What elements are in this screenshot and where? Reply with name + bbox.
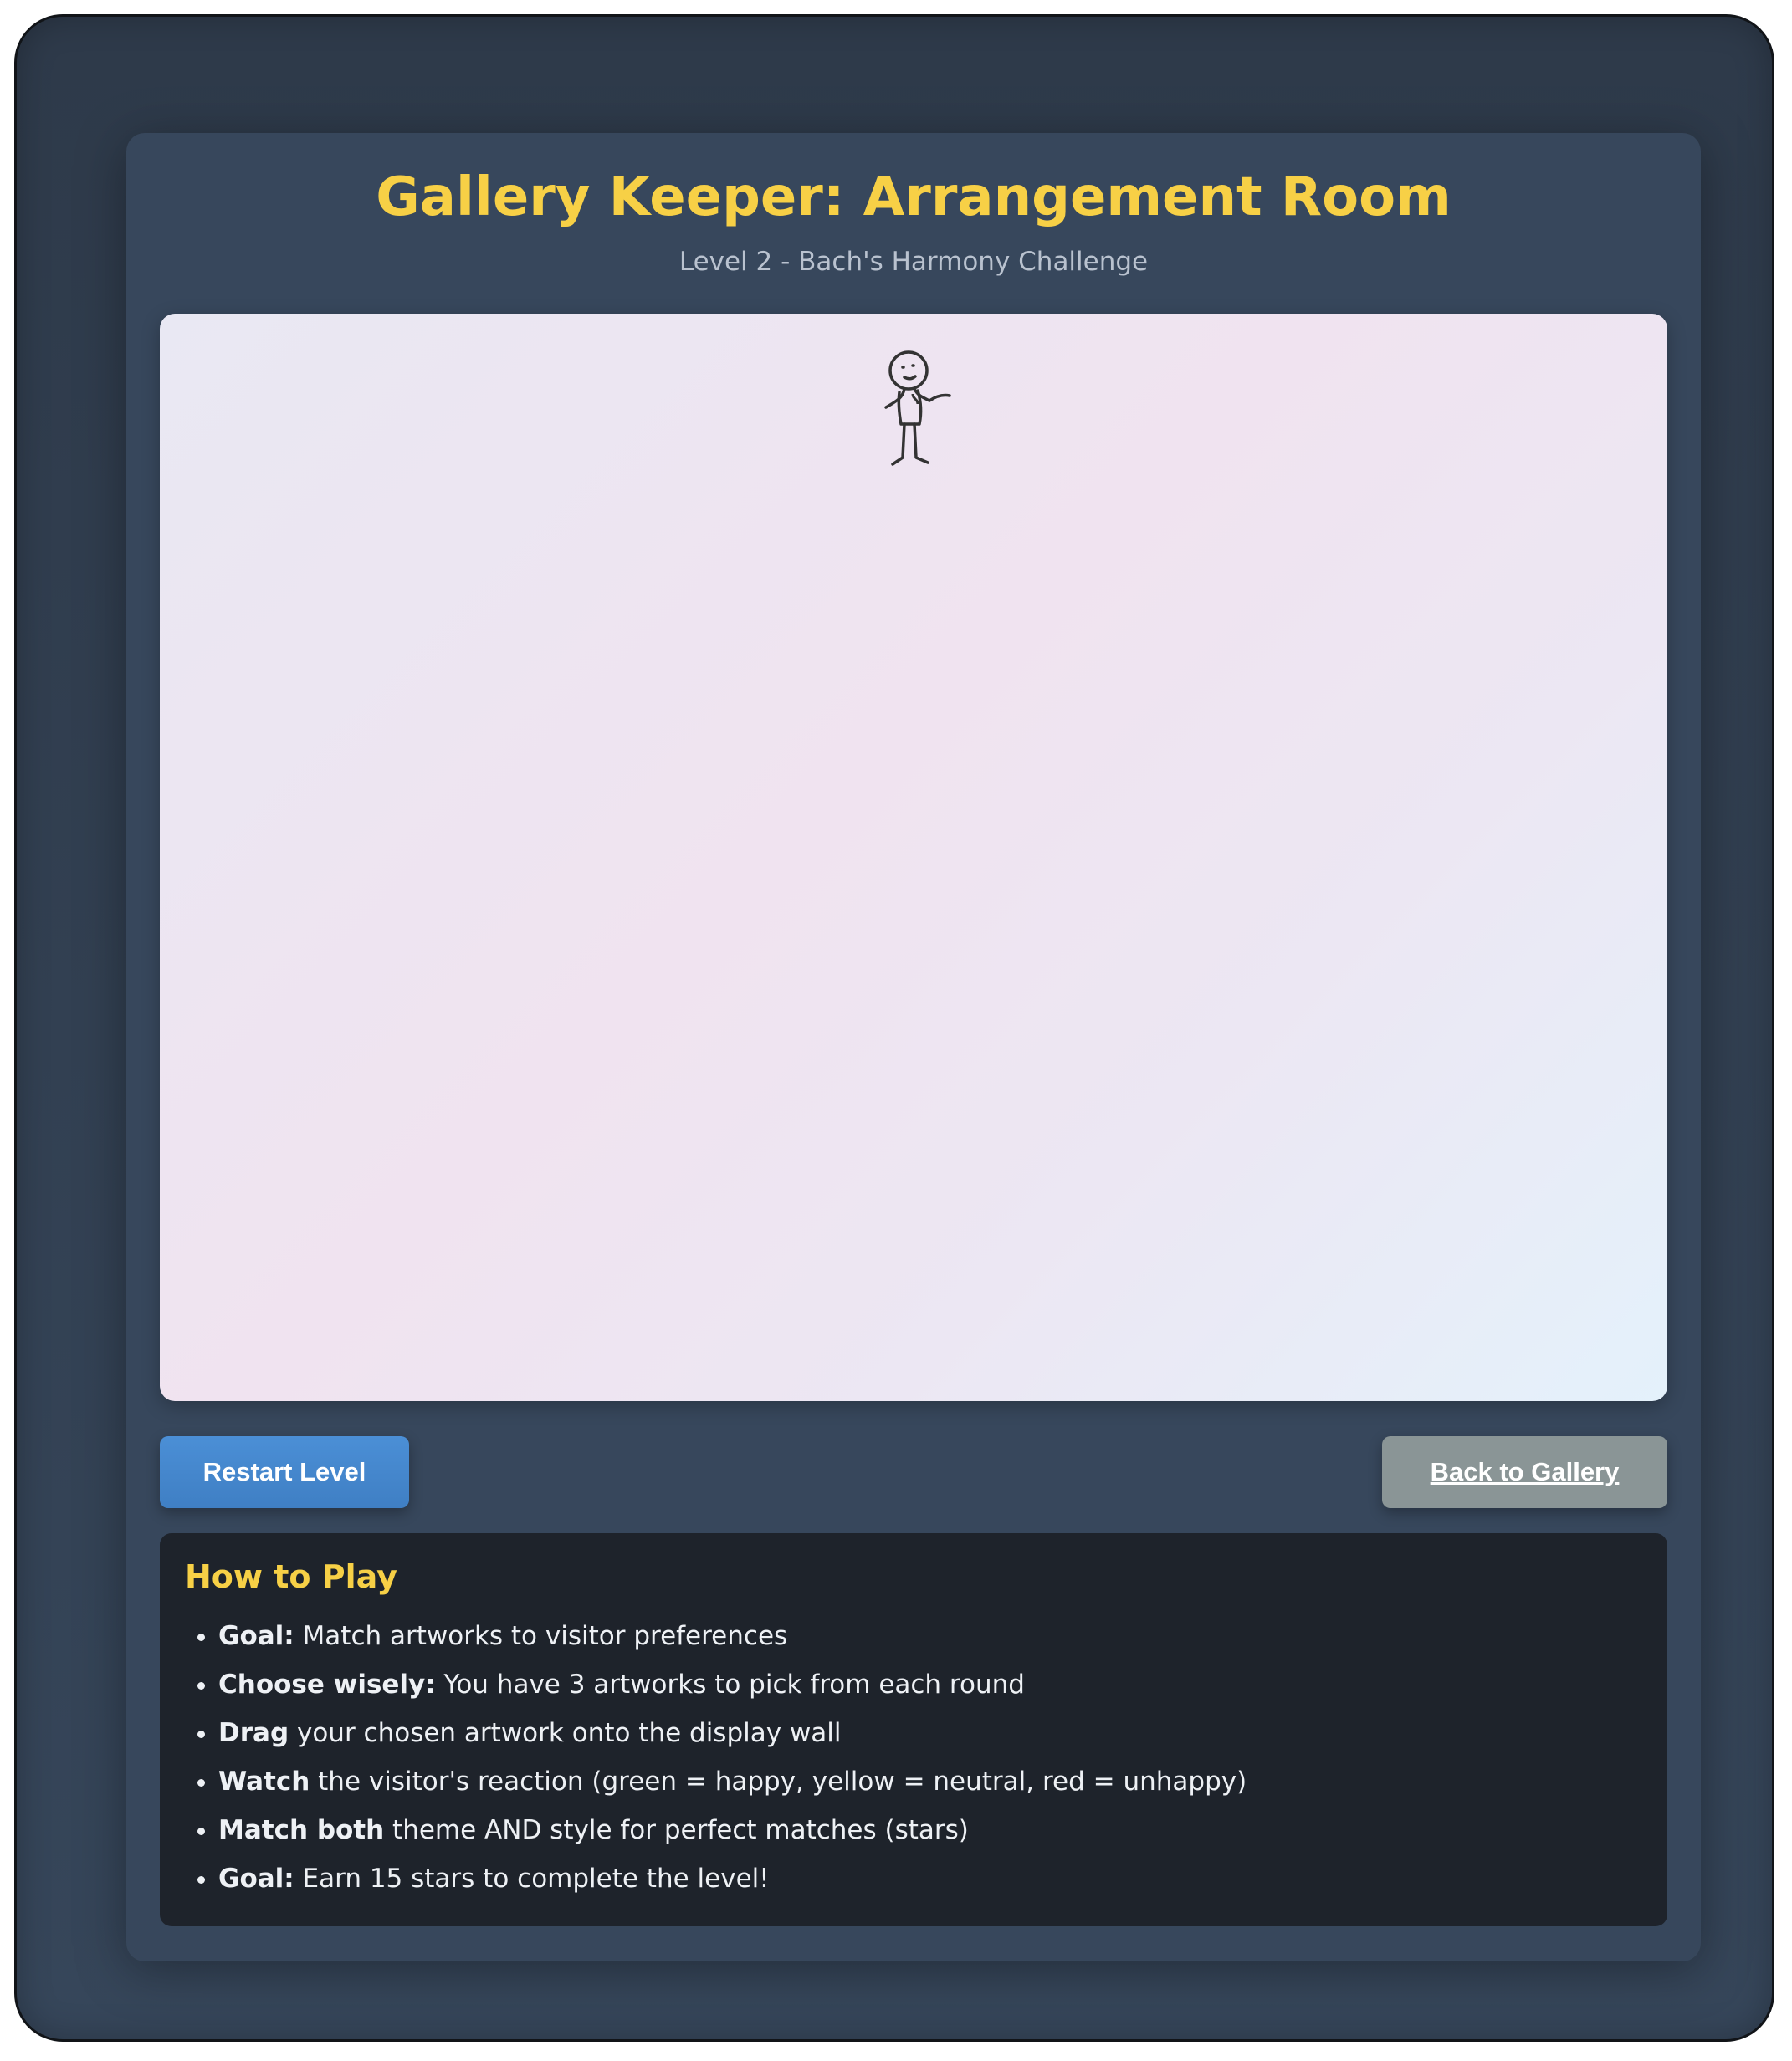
how-to-play-panel: How to Play Goal: Match artworks to visi… <box>160 1533 1667 1926</box>
instructions-list: Goal: Match artworks to visitor preferen… <box>185 1612 1642 1903</box>
instruction-text: theme AND style for perfect matches (sta… <box>384 1815 969 1845</box>
instruction-text: Match artworks to visitor preferences <box>294 1621 788 1651</box>
instruction-keyword: Choose wisely: <box>218 1670 436 1700</box>
stick-figure-visitor-icon <box>884 350 951 466</box>
device-frame: Gallery Keeper: Arrangement Room Level 2… <box>14 14 1774 2042</box>
level-subtitle: Level 2 - Bach's Harmony Challenge <box>678 247 1149 277</box>
instruction-keyword: Goal: <box>218 1864 294 1894</box>
instruction-item: Choose wisely: You have 3 artworks to pi… <box>218 1660 1642 1709</box>
game-stage[interactable] <box>160 314 1667 1401</box>
restart-level-button[interactable]: Restart Level <box>160 1436 409 1508</box>
page-title: Gallery Keeper: Arrangement Room <box>376 166 1452 228</box>
instruction-text: the visitor's reaction (green = happy, y… <box>310 1767 1247 1797</box>
back-to-gallery-button[interactable]: Back to Gallery <box>1382 1436 1667 1508</box>
instruction-item: Match both theme AND style for perfect m… <box>218 1806 1642 1854</box>
instruction-item: Goal: Match artworks to visitor preferen… <box>218 1612 1642 1660</box>
instruction-item: Goal: Earn 15 stars to complete the leve… <box>218 1854 1642 1903</box>
instruction-item: Watch the visitor's reaction (green = ha… <box>218 1757 1642 1806</box>
instruction-keyword: Watch <box>218 1767 310 1797</box>
instruction-item: Drag your chosen artwork onto the displa… <box>218 1709 1642 1757</box>
instruction-text: Earn 15 stars to complete the level! <box>294 1864 770 1894</box>
instruction-text: your chosen artwork onto the display wal… <box>289 1718 842 1748</box>
instruction-text: You have 3 artworks to pick from each ro… <box>435 1670 1025 1700</box>
how-to-play-title: How to Play <box>185 1558 397 1595</box>
instruction-keyword: Goal: <box>218 1621 294 1651</box>
instruction-keyword: Drag <box>218 1718 289 1748</box>
instruction-keyword: Match both <box>218 1815 385 1845</box>
game-panel: Gallery Keeper: Arrangement Room Level 2… <box>126 133 1701 1961</box>
